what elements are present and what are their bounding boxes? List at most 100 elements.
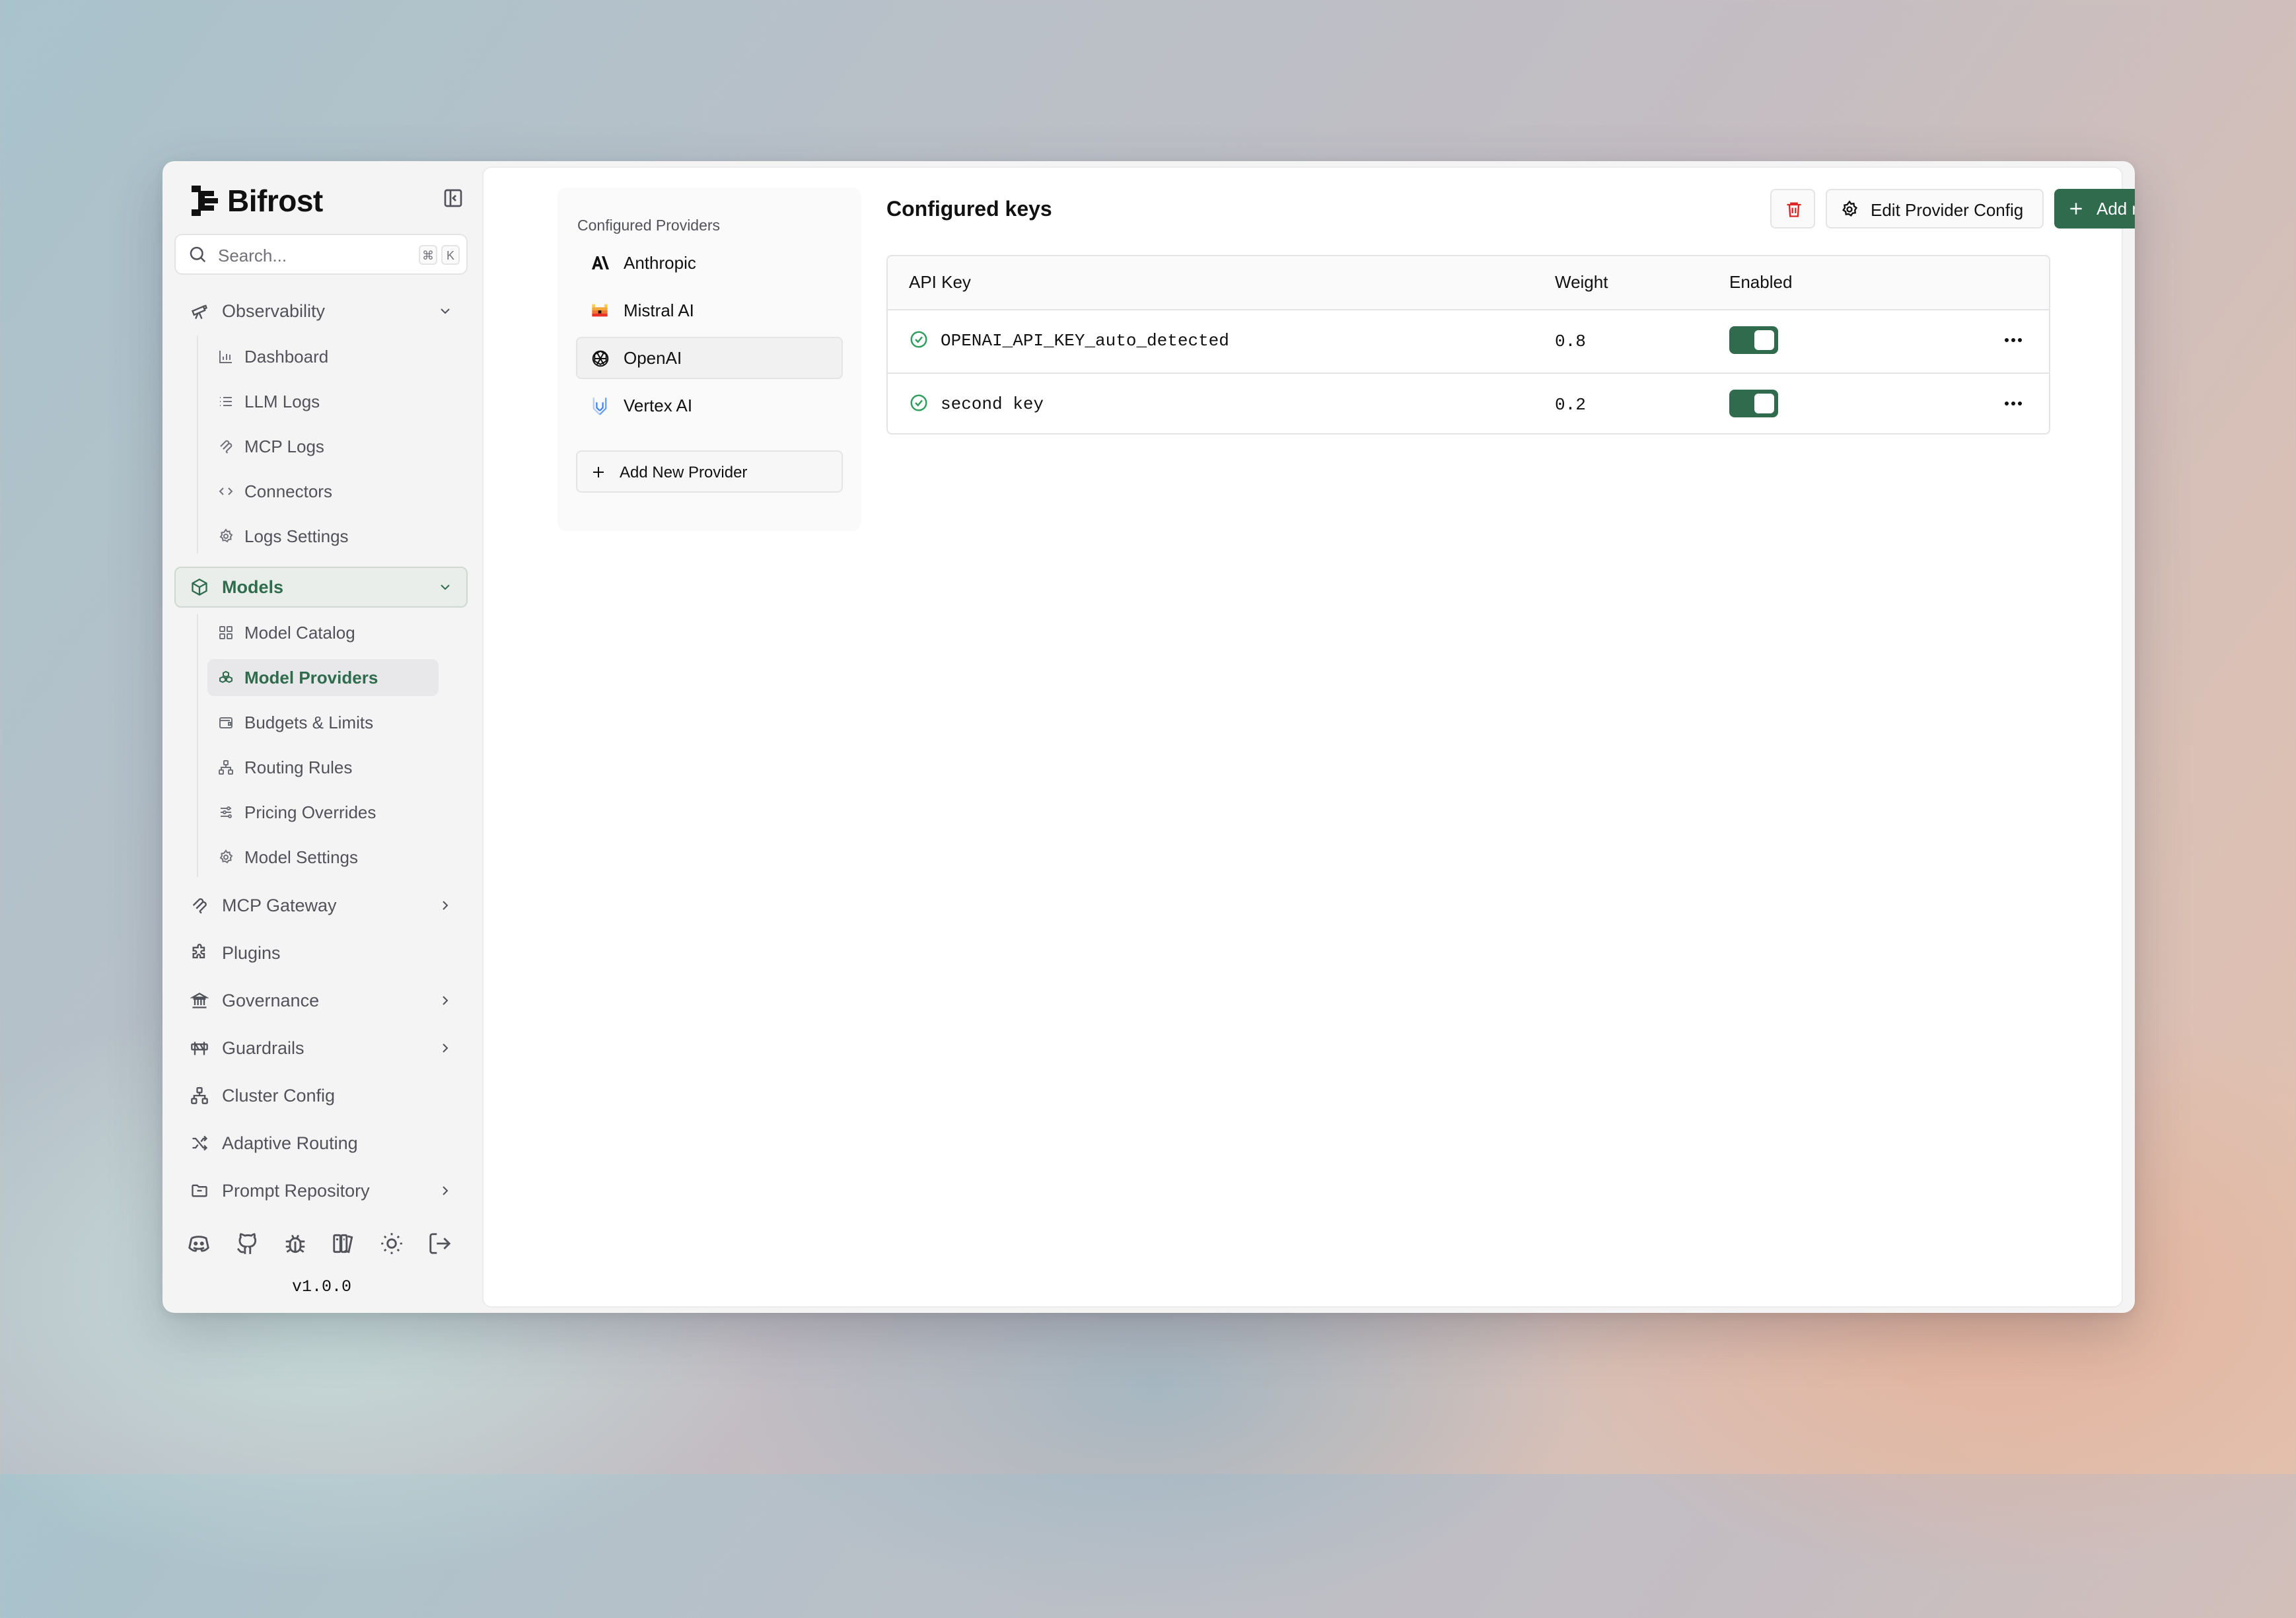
more-horizontal-icon — [2005, 402, 2022, 405]
providers-title: Configured Providers — [577, 217, 721, 234]
models-subnav-line — [197, 614, 198, 877]
column-header-weight: Weight — [1555, 272, 1608, 292]
bifrost-logo-icon — [192, 186, 218, 216]
sidebar-item-model-settings[interactable]: Model Settings — [207, 839, 439, 876]
provider-item-vertex[interactable]: Vertex AI — [576, 384, 843, 427]
openai-icon — [591, 349, 609, 367]
row-actions-button[interactable] — [2001, 394, 2025, 413]
wallet-icon — [218, 715, 234, 730]
sidebar-item-model-providers[interactable]: Model Providers — [207, 659, 439, 696]
plus-icon — [2067, 200, 2085, 221]
sidebar-item-dashboard[interactable]: Dashboard — [207, 338, 439, 375]
telescope-icon — [190, 302, 209, 320]
add-new-key-button[interactable]: Add new key — [2054, 189, 2135, 229]
chevron-right-icon — [437, 1040, 453, 1056]
bug-icon[interactable] — [283, 1231, 308, 1256]
sidebar-item-routing-rules[interactable]: Routing Rules — [207, 749, 439, 786]
provider-item-openai[interactable]: OpenAI — [576, 337, 843, 379]
delete-provider-button[interactable] — [1770, 189, 1815, 229]
keys-table: API Key Weight Enabled OPENAI_API_KEY_au… — [886, 255, 2050, 435]
cube-icon — [190, 578, 209, 596]
discord-icon[interactable] — [186, 1231, 211, 1256]
main-content: Configured Providers Anthropic Mistral A… — [482, 166, 2135, 1308]
nav-group-guardrails[interactable]: Guardrails — [174, 1028, 468, 1069]
gear-icon — [218, 528, 234, 544]
table-row: OPENAI_API_KEY_auto_detected 0.8 — [888, 310, 2049, 374]
nav-group-adaptive-routing[interactable]: Adaptive Routing — [174, 1123, 468, 1164]
search-input[interactable] — [217, 242, 391, 269]
key-enabled-toggle[interactable] — [1729, 390, 1778, 417]
edit-provider-config-button[interactable]: Edit Provider Config — [1826, 189, 2044, 229]
anthropic-icon — [591, 254, 609, 272]
row-actions-button[interactable] — [2001, 330, 2025, 350]
key-weight: 0.2 — [1555, 395, 1586, 415]
grid-icon — [218, 625, 234, 641]
nav-group-governance[interactable]: Governance — [174, 980, 468, 1021]
gear-icon — [1840, 200, 1859, 222]
sidebar-item-logs-settings[interactable]: Logs Settings — [207, 518, 439, 555]
gear-icon — [218, 849, 234, 865]
check-circle-icon — [909, 393, 929, 416]
nav-group-mcp-gateway[interactable]: MCP Gateway — [174, 885, 468, 926]
search-box[interactable]: ⌘ K — [174, 234, 468, 275]
plus-icon — [591, 464, 606, 480]
key-name-cell: OPENAI_API_KEY_auto_detected — [909, 329, 1229, 353]
sidebar-item-model-catalog[interactable]: Model Catalog — [207, 614, 439, 651]
table-header: API Key Weight Enabled — [888, 256, 2049, 310]
app-version: v1.0.0 — [291, 1277, 351, 1296]
key-enabled-toggle[interactable] — [1729, 326, 1778, 354]
chevron-down-icon — [437, 303, 453, 319]
sun-icon[interactable] — [379, 1231, 404, 1256]
sidebar-item-llm-logs[interactable]: LLM Logs — [207, 383, 439, 420]
nav-group-models[interactable]: Models — [174, 567, 468, 608]
app-name: Bifrost — [227, 184, 323, 218]
chevron-down-icon — [437, 579, 453, 595]
list-icon — [218, 394, 234, 409]
network-icon — [190, 1086, 209, 1105]
vertex-icon — [591, 396, 609, 415]
panel-left-icon — [444, 189, 462, 207]
chevron-right-icon — [437, 993, 453, 1008]
app-window: Bifrost ⌘ K Observability Dashboar — [162, 161, 2135, 1313]
logout-icon[interactable] — [427, 1231, 452, 1256]
boxes-icon — [218, 670, 234, 686]
key-name-cell: second key — [909, 392, 1044, 416]
providers-panel: Configured Providers Anthropic Mistral A… — [557, 188, 861, 531]
mcp-icon — [190, 896, 209, 915]
sliders-icon — [218, 804, 234, 820]
mistral-icon — [591, 301, 609, 320]
configured-keys-title: Configured keys — [886, 197, 1052, 221]
column-header-api-key: API Key — [909, 272, 971, 292]
shortcut-mod-key: ⌘ — [419, 245, 437, 265]
chevron-right-icon — [437, 897, 453, 913]
table-row: second key 0.2 — [888, 374, 2049, 433]
barrier-icon — [190, 1039, 209, 1057]
nav-group-cluster-config[interactable]: Cluster Config — [174, 1075, 468, 1116]
nav-group-observability[interactable]: Observability — [174, 291, 468, 332]
sidebar-item-budgets-limits[interactable]: Budgets & Limits — [207, 704, 439, 741]
key-weight: 0.8 — [1555, 332, 1586, 351]
shuffle-icon — [190, 1134, 209, 1152]
folder-icon — [190, 1181, 209, 1200]
puzzle-icon — [190, 944, 209, 962]
nav-group-prompt-repository[interactable]: Prompt Repository — [174, 1170, 468, 1211]
sidebar-footer — [186, 1231, 457, 1257]
github-icon[interactable] — [234, 1231, 260, 1256]
sidebar-item-connectors[interactable]: Connectors — [207, 473, 439, 510]
nav-group-plugins[interactable]: Plugins — [174, 932, 468, 973]
sidebar-item-mcp-logs[interactable]: MCP Logs — [207, 428, 439, 465]
bar-chart-icon — [218, 349, 234, 365]
provider-item-anthropic[interactable]: Anthropic — [576, 242, 843, 284]
check-circle-icon — [909, 330, 929, 353]
provider-item-mistral[interactable]: Mistral AI — [576, 289, 843, 332]
docs-icon[interactable] — [331, 1231, 356, 1256]
code-arrows-icon — [218, 483, 234, 499]
sidebar-collapse-button[interactable] — [443, 188, 464, 209]
app-logo[interactable]: Bifrost — [192, 181, 323, 221]
add-new-provider-button[interactable]: Add New Provider — [576, 450, 843, 493]
landmark-icon — [189, 991, 210, 1010]
observability-subnav-line — [197, 335, 198, 553]
shortcut-k-key: K — [441, 245, 460, 265]
sidebar-item-pricing-overrides[interactable]: Pricing Overrides — [207, 794, 439, 831]
chevron-right-icon — [437, 1183, 453, 1199]
